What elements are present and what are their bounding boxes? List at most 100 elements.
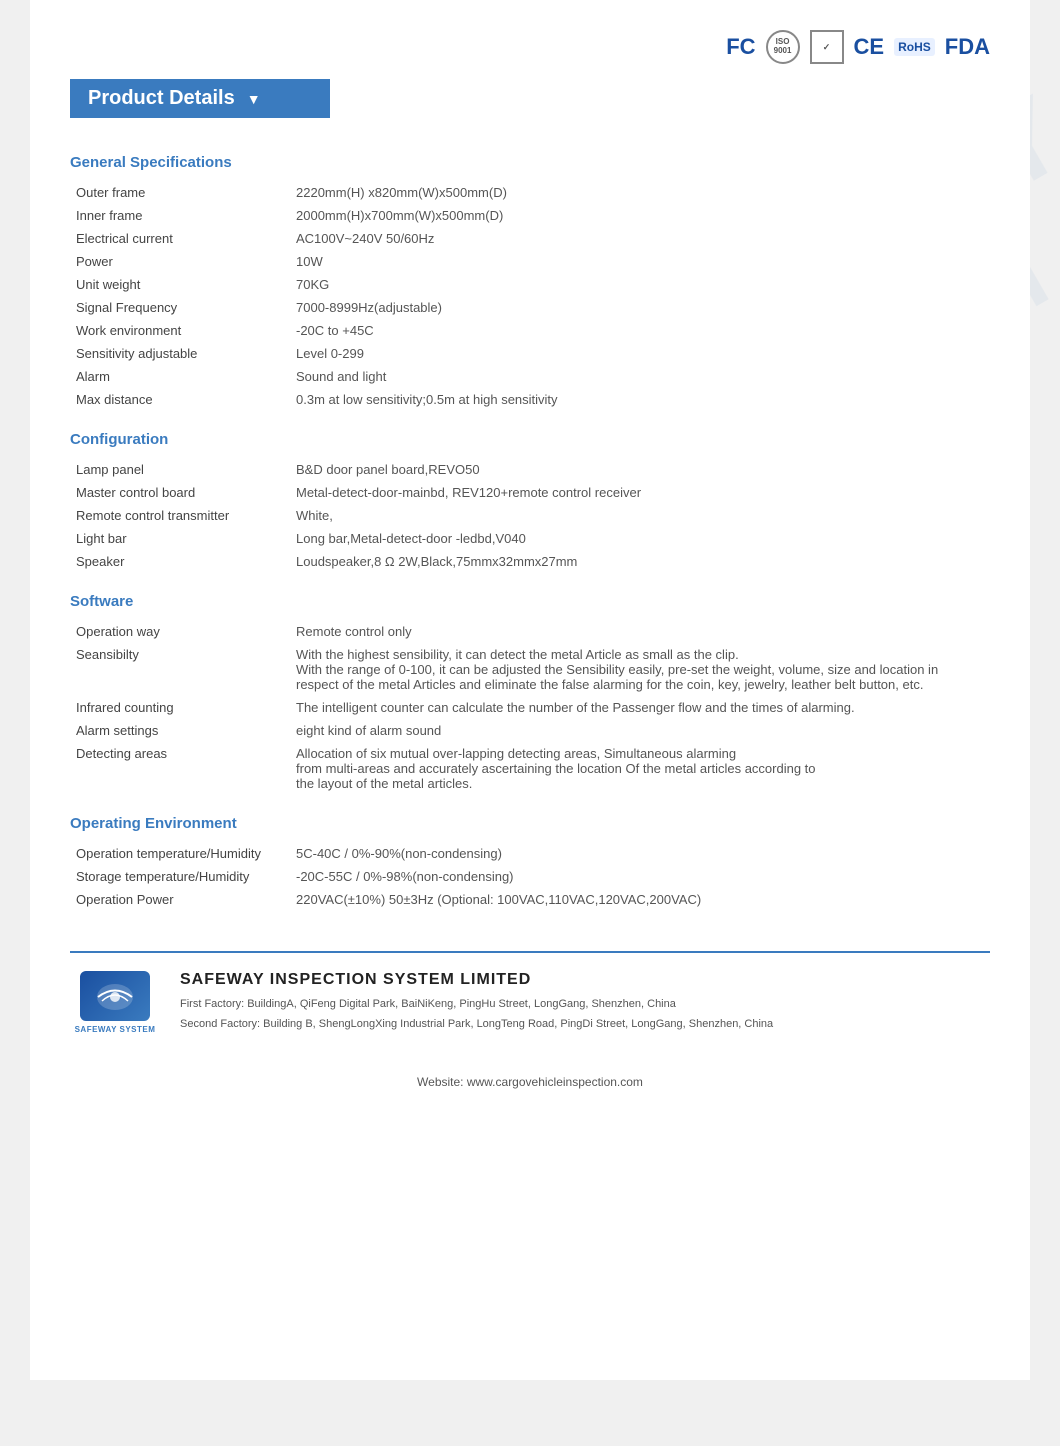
table-row: Work environment-20C to +45C — [70, 319, 990, 342]
spec-label: Light bar — [70, 527, 290, 550]
spec-value: With the highest sensibility, it can det… — [290, 643, 990, 696]
spec-label: Power — [70, 250, 290, 273]
table-row: Storage temperature/Humidity-20C-55C / 0… — [70, 865, 990, 888]
spec-label: Alarm settings — [70, 719, 290, 742]
table-row: Remote control transmitterWhite, — [70, 504, 990, 527]
general-specifications-section: General Specifications Outer frame2220mm… — [70, 154, 990, 411]
table-row: Outer frame2220mm(H) x820mm(W)x500mm(D) — [70, 181, 990, 204]
spec-value: Long bar,Metal-detect-door -ledbd,V040 — [290, 527, 990, 550]
table-row: Signal Frequency7000-8999Hz(adjustable) — [70, 296, 990, 319]
spec-value: -20C to +45C — [290, 319, 990, 342]
spec-value: eight kind of alarm sound — [290, 719, 990, 742]
footer-company-name: SAFEWAY INSPECTION SYSTEM LIMITED — [180, 971, 990, 989]
spec-value: Remote control only — [290, 620, 990, 643]
spec-value: 2000mm(H)x700mm(W)x500mm(D) — [290, 204, 990, 227]
iso-logo: ISO9001 — [766, 30, 800, 64]
table-row: SpeakerLoudspeaker,8 Ω 2W,Black,75mmx32m… — [70, 550, 990, 573]
table-row: Operation wayRemote control only — [70, 620, 990, 643]
ce-logo: CE — [854, 34, 885, 60]
spec-label: Alarm — [70, 365, 290, 388]
spec-label: Outer frame — [70, 181, 290, 204]
spec-value: Loudspeaker,8 Ω 2W,Black,75mmx32mmx27mm — [290, 550, 990, 573]
product-details-banner: Product Details ▼ — [70, 79, 330, 118]
fda-logo: FDA — [945, 34, 990, 60]
header-logos: FC ISO9001 ✓ CE RoHS FDA — [70, 20, 990, 79]
spec-label: Operation temperature/Humidity — [70, 842, 290, 865]
spec-value: B&D door panel board,REVO50 — [290, 458, 990, 481]
spec-value: Sound and light — [290, 365, 990, 388]
spec-value: 7000-8999Hz(adjustable) — [290, 296, 990, 319]
spec-value: Allocation of six mutual over-lapping de… — [290, 742, 990, 795]
software-section-title: Software — [70, 593, 990, 610]
footer-content: SAFEWAY INSPECTION SYSTEM LIMITED First … — [180, 971, 990, 1035]
spec-value: White, — [290, 504, 990, 527]
spec-label: Seansibilty — [70, 643, 290, 696]
spec-label: Storage temperature/Humidity — [70, 865, 290, 888]
spec-label: Signal Frequency — [70, 296, 290, 319]
footer: SAFEWAY SYSTEM SAFEWAY INSPECTION SYSTEM… — [70, 951, 990, 1035]
table-row: Alarm settingseight kind of alarm sound — [70, 719, 990, 742]
table-row: Unit weight70KG — [70, 273, 990, 296]
spec-label: Unit weight — [70, 273, 290, 296]
software-spec-table: Operation wayRemote control onlySeansibi… — [70, 620, 990, 795]
spec-value: -20C-55C / 0%-98%(non-condensing) — [290, 865, 990, 888]
spec-value: 5C-40C / 0%-90%(non-condensing) — [290, 842, 990, 865]
table-row: AlarmSound and light — [70, 365, 990, 388]
general-spec-table: Outer frame2220mm(H) x820mm(W)x500mm(D)I… — [70, 181, 990, 411]
spec-label: Max distance — [70, 388, 290, 411]
table-row: Infrared countingThe intelligent counter… — [70, 696, 990, 719]
software-section: Software Operation wayRemote control onl… — [70, 593, 990, 795]
table-row: Master control boardMetal-detect-door-ma… — [70, 481, 990, 504]
footer-address2: Second Factory: Building B, ShengLongXin… — [180, 1015, 990, 1035]
spec-label: Lamp panel — [70, 458, 290, 481]
spec-value: Metal-detect-door-mainbd, REV120+remote … — [290, 481, 990, 504]
footer-logo-text: SAFEWAY SYSTEM — [75, 1025, 156, 1034]
table-row: Operation temperature/Humidity5C-40C / 0… — [70, 842, 990, 865]
fc-logo: FC — [726, 34, 755, 60]
operating-section-title: Operating Environment — [70, 815, 990, 832]
operating-spec-table: Operation temperature/Humidity5C-40C / 0… — [70, 842, 990, 911]
spec-label: Operation Power — [70, 888, 290, 911]
table-row: Lamp panelB&D door panel board,REVO50 — [70, 458, 990, 481]
spec-label: Remote control transmitter — [70, 504, 290, 527]
spec-value: 70KG — [290, 273, 990, 296]
website-bar: Website: www.cargovehicleinspection.com — [70, 1065, 990, 1089]
spec-value: 10W — [290, 250, 990, 273]
table-row: Max distance0.3m at low sensitivity;0.5m… — [70, 388, 990, 411]
footer-logo-icon — [80, 971, 150, 1021]
spec-label: Electrical current — [70, 227, 290, 250]
spec-value: Level 0-299 — [290, 342, 990, 365]
general-section-title: General Specifications — [70, 154, 990, 171]
spec-value: 2220mm(H) x820mm(W)x500mm(D) — [290, 181, 990, 204]
spec-label: Sensitivity adjustable — [70, 342, 290, 365]
table-row: Operation Power220VAC(±10%) 50±3Hz (Opti… — [70, 888, 990, 911]
spec-value: The intelligent counter can calculate th… — [290, 696, 990, 719]
spec-value: 0.3m at low sensitivity;0.5m at high sen… — [290, 388, 990, 411]
configuration-spec-table: Lamp panelB&D door panel board,REVO50Mas… — [70, 458, 990, 573]
spec-label: Inner frame — [70, 204, 290, 227]
spec-label: Infrared counting — [70, 696, 290, 719]
table-row: Sensitivity adjustableLevel 0-299 — [70, 342, 990, 365]
banner-title: Product Details — [88, 87, 235, 110]
website-label: Website: www.cargovehicleinspection.com — [417, 1075, 643, 1089]
spec-label: Speaker — [70, 550, 290, 573]
table-row: SeansibiltyWith the highest sensibility,… — [70, 643, 990, 696]
cert-logo: ✓ — [810, 30, 844, 64]
operating-environment-section: Operating Environment Operation temperat… — [70, 815, 990, 911]
spec-label: Operation way — [70, 620, 290, 643]
banner-arrow: ▼ — [247, 91, 261, 107]
page-container: FC ISO9001 ✓ CE RoHS FDA Product Details… — [30, 0, 1030, 1380]
spec-label: Detecting areas — [70, 742, 290, 795]
spec-label: Master control board — [70, 481, 290, 504]
footer-address1: First Factory: BuildingA, QiFeng Digital… — [180, 995, 990, 1015]
footer-address: First Factory: BuildingA, QiFeng Digital… — [180, 995, 990, 1035]
spec-value: AC100V~240V 50/60Hz — [290, 227, 990, 250]
table-row: Power10W — [70, 250, 990, 273]
table-row: Light barLong bar,Metal-detect-door -led… — [70, 527, 990, 550]
table-row: Detecting areasAllocation of six mutual … — [70, 742, 990, 795]
configuration-section: Configuration Lamp panelB&D door panel b… — [70, 431, 990, 573]
footer-logo: SAFEWAY SYSTEM — [70, 971, 160, 1034]
spec-label: Work environment — [70, 319, 290, 342]
spec-value: 220VAC(±10%) 50±3Hz (Optional: 100VAC,11… — [290, 888, 990, 911]
table-row: Electrical currentAC100V~240V 50/60Hz — [70, 227, 990, 250]
